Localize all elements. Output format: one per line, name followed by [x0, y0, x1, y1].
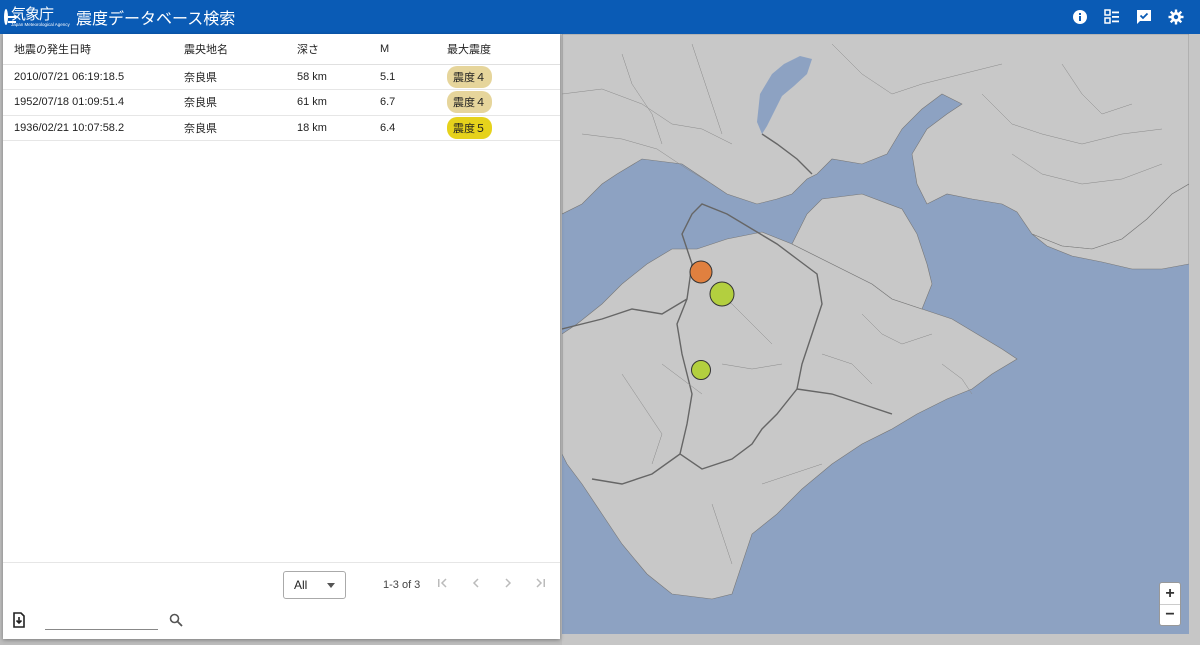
chevron-down-icon [327, 583, 335, 588]
cell-datetime: 1952/07/18 01:09:51.4 [3, 89, 184, 116]
intensity-badge: 震度４ [447, 91, 492, 114]
message-check-icon [1137, 10, 1151, 24]
rows-per-page-value: All [294, 578, 308, 592]
export-button[interactable] [12, 612, 26, 633]
chevron-left-icon [472, 578, 479, 588]
search-button[interactable] [169, 613, 183, 632]
cell-magnitude: 5.1 [380, 64, 447, 90]
epicenter-marker-1952[interactable] [709, 281, 735, 307]
last-page-button[interactable] [532, 575, 548, 591]
column-header-datetime[interactable]: 地震の発生日時 [3, 34, 184, 65]
cell-epicenter: 奈良県 [184, 64, 297, 90]
intensity-badge: 震度５ [447, 116, 492, 139]
info-icon [1073, 10, 1087, 24]
column-header-max-intensity[interactable]: 最大震度 [447, 34, 560, 65]
column-header-depth[interactable]: 深さ [297, 34, 380, 65]
search-icon [169, 613, 183, 627]
map-canvas[interactable] [562, 34, 1189, 634]
zoom-control: + − [1159, 582, 1181, 626]
table-row[interactable]: 2010/07/21 06:19:18.5 奈良県 58 km 5.1 震度４ [3, 64, 560, 90]
cell-magnitude: 6.7 [380, 89, 447, 116]
cell-depth: 58 km [297, 64, 380, 90]
logo-japanese-text: 気象庁 [11, 4, 54, 23]
previous-page-button[interactable] [468, 575, 484, 591]
column-header-epicenter[interactable]: 震央地名 [184, 34, 297, 65]
cell-datetime: 1936/02/21 10:07:58.2 [3, 115, 184, 141]
column-header-magnitude[interactable]: M [380, 34, 447, 65]
next-page-button[interactable] [500, 575, 516, 591]
page-title: 震度データベース検索 [76, 9, 236, 28]
settings-icon [1168, 9, 1184, 25]
info-button[interactable] [1064, 0, 1096, 34]
feedback-button[interactable] [1128, 0, 1160, 34]
file-download-icon [13, 612, 25, 628]
cell-datetime: 2010/07/21 06:19:18.5 [3, 64, 184, 90]
pagination-range: 1-3 of 3 [383, 579, 421, 591]
map-view[interactable]: + − [562, 34, 1189, 634]
table-pagination: All 1-3 of 3 [3, 562, 560, 602]
cell-depth: 61 km [297, 89, 380, 116]
first-page-icon [438, 578, 447, 588]
first-page-button[interactable] [435, 575, 451, 591]
cell-magnitude: 6.4 [380, 115, 447, 141]
checklist-button[interactable] [1096, 0, 1128, 34]
cell-epicenter: 奈良県 [184, 89, 297, 116]
table-row[interactable]: 1952/07/18 01:09:51.4 奈良県 61 km 6.7 震度４ [3, 89, 560, 116]
results-panel: 地震の発生日時 震央地名 深さ M 最大震度 2010/07/21 06:19:… [3, 34, 560, 639]
intensity-badge: 震度４ [447, 65, 492, 88]
last-page-icon [536, 578, 545, 588]
table-toolbar [3, 606, 560, 636]
rows-per-page-select[interactable]: All [283, 571, 346, 599]
zoom-out-button[interactable]: − [1160, 604, 1180, 625]
table-header-row: 地震の発生日時 震央地名 深さ M 最大震度 [3, 34, 560, 65]
zoom-in-button[interactable]: + [1160, 583, 1180, 604]
jma-logo: 気象庁 Japan Meteorological Agency [4, 2, 70, 32]
earthquake-table: 地震の発生日時 震央地名 深さ M 最大震度 2010/07/21 06:19:… [3, 34, 560, 141]
map-margin-bottom [562, 634, 1189, 645]
table-row[interactable]: 1936/02/21 10:07:58.2 奈良県 18 km 6.4 震度５ [3, 115, 560, 141]
search-input[interactable] [45, 610, 158, 630]
epicenter-marker-1936[interactable] [691, 360, 711, 380]
chevron-right-icon [505, 578, 512, 588]
app-header: 気象庁 Japan Meteorological Agency 震度データベース… [0, 0, 1200, 34]
cell-epicenter: 奈良県 [184, 115, 297, 141]
jma-emblem-icon [4, 9, 16, 25]
map-margin-right [1189, 34, 1200, 645]
epicenter-marker-2010[interactable] [689, 260, 713, 284]
land-kii-peninsula [562, 231, 1018, 600]
checklist-icon [1104, 9, 1119, 24]
cell-depth: 18 km [297, 115, 380, 141]
settings-button[interactable] [1160, 0, 1192, 34]
logo-english-text: Japan Meteorological Agency [11, 21, 70, 27]
